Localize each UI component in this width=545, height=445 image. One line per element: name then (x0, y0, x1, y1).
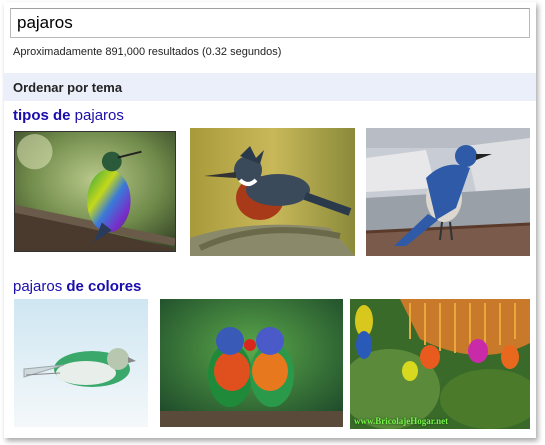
blue-jay-image[interactable] (366, 128, 530, 256)
search-input[interactable] (17, 13, 517, 33)
search-box[interactable] (10, 8, 530, 38)
result-stats: Aproximadamente 891,000 resultados (0.32… (13, 46, 282, 58)
section-title-bold: tipos de (13, 107, 71, 124)
section-title-pajaros-de-colores[interactable]: pajaros de colores (13, 278, 141, 295)
sort-by-topic-bar: Ordenar por tema (4, 73, 536, 101)
results-panel: Aproximadamente 891,000 resultados (0.32… (4, 2, 536, 438)
hummingbird-image[interactable] (14, 131, 176, 252)
section-title-rest: pajaros (70, 107, 124, 124)
section-title-tipos-de-pajaros[interactable]: tipos de pajaros (13, 107, 124, 124)
watermark-text: www.BricolajeHogar.net (354, 416, 449, 426)
decorative-bird-image[interactable] (14, 299, 148, 427)
lovebirds-image[interactable] (160, 299, 343, 427)
parrots-image[interactable]: www.BricolajeHogar.net (350, 299, 530, 429)
section-title-bold: de colores (66, 278, 142, 295)
kingfisher-image[interactable] (190, 128, 355, 256)
section-title-plain: pajaros (13, 278, 67, 295)
sort-by-topic-label: Ordenar por tema (13, 80, 123, 95)
